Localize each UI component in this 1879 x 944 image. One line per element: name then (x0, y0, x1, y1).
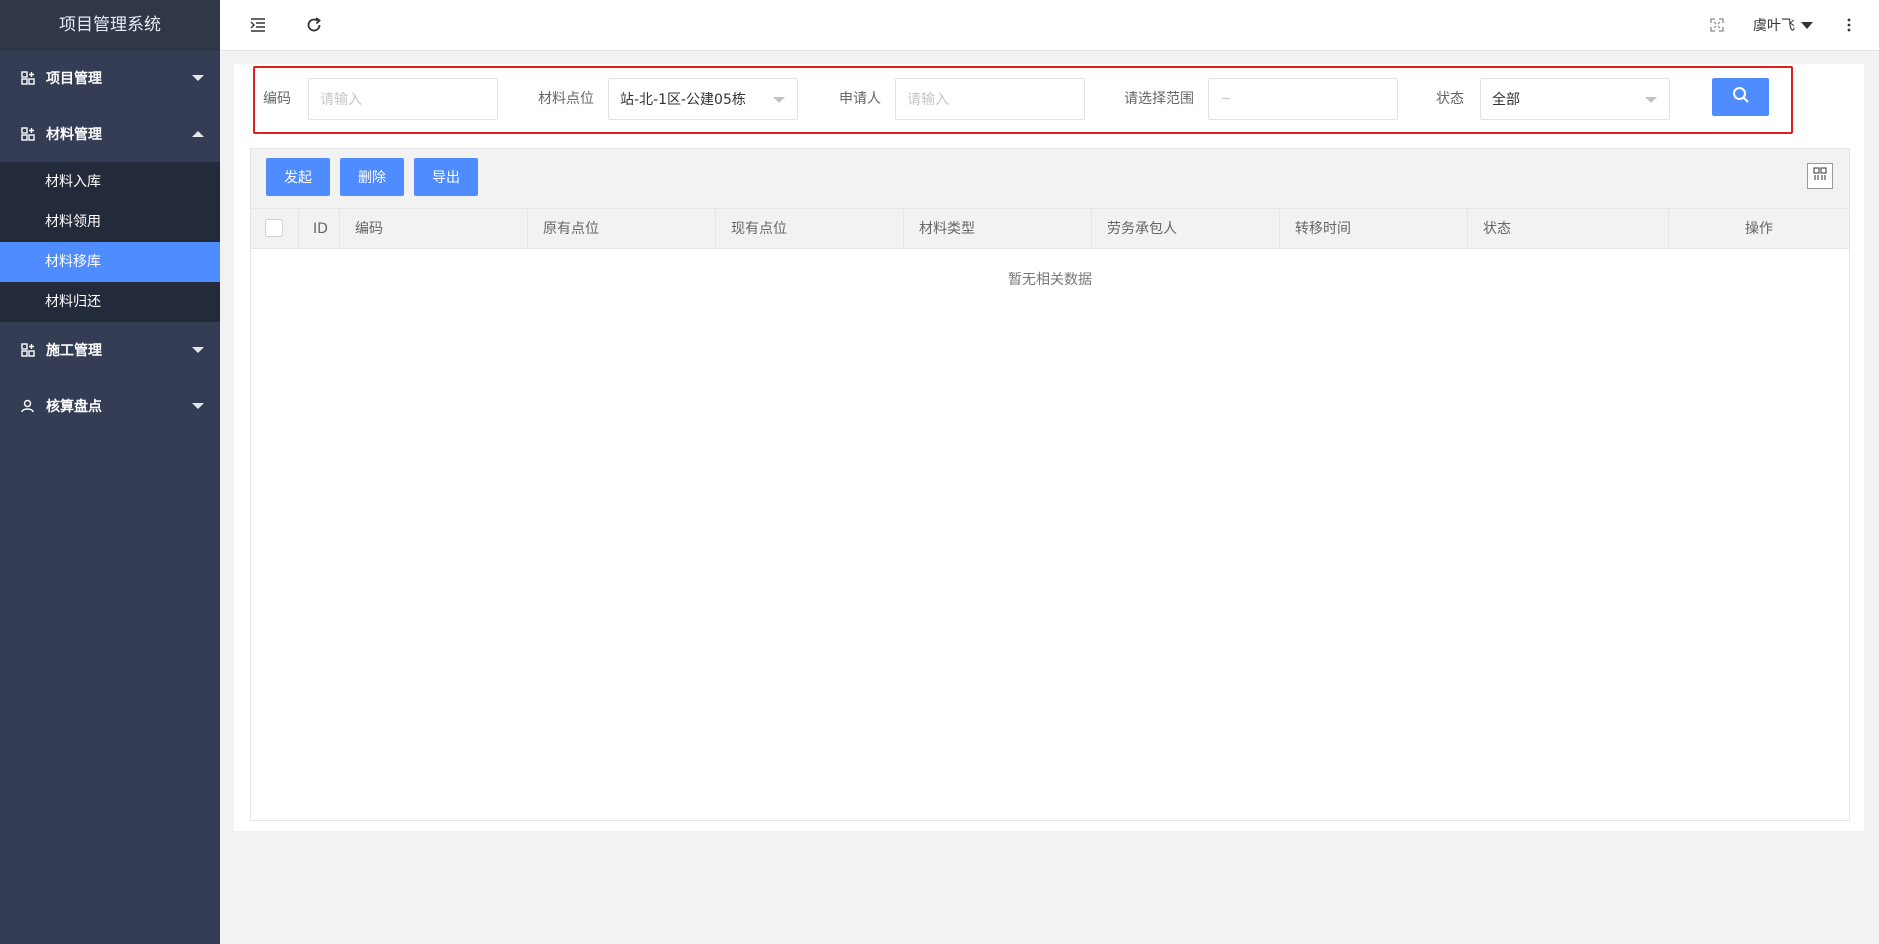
columns-icon (1813, 167, 1827, 185)
column-header-actions: 操作 (1745, 221, 1773, 237)
menu-project-management[interactable]: 项目管理 (0, 50, 220, 106)
column-header-labor-contractor[interactable]: 劳务承包人 (1092, 209, 1280, 249)
date-range-input[interactable]: ~ (1208, 78, 1398, 120)
grid-plus-icon (20, 126, 36, 142)
more-vertical-icon[interactable] (1833, 9, 1865, 41)
chevron-down-icon (1645, 97, 1657, 103)
location-value: 站-北-1区-公建05栋 (620, 92, 746, 108)
column-header-id[interactable]: ID (299, 209, 340, 249)
search-icon (1732, 86, 1750, 108)
code-label: 编码 (263, 91, 291, 107)
sidebar-item-material-in[interactable]: 材料入库 (0, 162, 220, 202)
chevron-down-icon (773, 97, 785, 103)
submenu-material: 材料入库 材料领用 材料移库 材料归还 (0, 162, 220, 322)
column-header-status[interactable]: 状态 (1468, 209, 1669, 249)
status-select[interactable]: 全部 (1480, 78, 1670, 120)
applicant-input[interactable]: 请输入 (895, 78, 1085, 120)
fullscreen-icon[interactable] (1701, 9, 1733, 41)
menu-material-management[interactable]: 材料管理 (0, 106, 220, 162)
code-input[interactable]: 请输入 (308, 78, 498, 120)
chevron-up-icon (192, 131, 204, 137)
menu-group-construction: 施工管理 (0, 322, 220, 378)
table-header: ID 编码 原有点位 现有点位 材料类型 劳务承包人 转移时间 状态 操作 (251, 209, 1849, 249)
menu-accounting-inventory[interactable]: 核算盘点 (0, 378, 220, 434)
column-header-code[interactable]: 编码 (340, 209, 528, 249)
column-header-transfer-time[interactable]: 转移时间 (1280, 209, 1468, 249)
sidebar-item-material-return[interactable]: 材料归还 (0, 282, 220, 322)
main-content: 编码 请输入 材料点位 站-北-1区-公建05栋 申请人 请输入 请选择范围 ~… (234, 64, 1864, 831)
delete-button[interactable]: 删除 (340, 158, 404, 196)
menu-collapse-icon[interactable] (242, 9, 274, 41)
data-table: 发起 删除 导出 ID 编码 原有点位 现有点位 材料类型 劳务承包人 转移时间… (250, 148, 1850, 821)
initiate-button[interactable]: 发起 (266, 158, 330, 196)
grid-plus-icon (20, 70, 36, 86)
menu-group-material: 材料管理 材料入库 材料领用 材料移库 材料归还 (0, 106, 220, 322)
chevron-down-icon (192, 75, 204, 81)
status-value: 全部 (1492, 92, 1520, 108)
status-label: 状态 (1436, 91, 1464, 107)
app-title: 项目管理系统 (0, 0, 220, 50)
search-button[interactable] (1712, 78, 1769, 116)
column-filter-button[interactable] (1807, 163, 1833, 189)
range-label: 请选择范围 (1124, 91, 1194, 107)
sidebar: 项目管理系统 项目管理 材料管理 材料入库 材料领用 材料移库 材料归还 施工管… (0, 0, 220, 944)
user-menu[interactable]: 虞叶飞 (1745, 15, 1821, 35)
menu-label: 项目管理 (46, 71, 102, 87)
chevron-down-icon (192, 347, 204, 353)
refresh-icon[interactable] (298, 9, 330, 41)
search-form: 编码 请输入 材料点位 站-北-1区-公建05栋 申请人 请输入 请选择范围 ~… (253, 66, 1793, 134)
sidebar-item-material-transfer[interactable]: 材料移库 (0, 242, 220, 282)
column-header-material-type[interactable]: 材料类型 (904, 209, 1092, 249)
menu-label: 核算盘点 (46, 399, 102, 415)
user-name: 虞叶飞 (1753, 18, 1795, 34)
column-header-original-location[interactable]: 原有点位 (528, 209, 716, 249)
location-select[interactable]: 站-北-1区-公建05栋 (608, 78, 798, 120)
select-all-cell (251, 209, 299, 249)
chevron-down-icon (192, 403, 204, 409)
empty-state: 暂无相关数据 (1008, 272, 1092, 288)
menu-label: 施工管理 (46, 343, 102, 359)
menu-construction-management[interactable]: 施工管理 (0, 322, 220, 378)
menu-group-project: 项目管理 (0, 50, 220, 106)
menu-group-accounting: 核算盘点 (0, 378, 220, 434)
chevron-down-icon (1801, 21, 1813, 29)
select-all-checkbox[interactable] (265, 219, 283, 237)
menu-label: 材料管理 (46, 127, 102, 143)
export-button[interactable]: 导出 (414, 158, 478, 196)
location-label: 材料点位 (538, 91, 594, 107)
topbar: 虞叶飞 (220, 0, 1879, 51)
user-icon (20, 398, 36, 414)
sidebar-item-material-use[interactable]: 材料领用 (0, 202, 220, 242)
grid-plus-icon (20, 342, 36, 358)
column-header-current-location[interactable]: 现有点位 (716, 209, 904, 249)
table-toolbar: 发起 删除 导出 (251, 149, 1849, 209)
applicant-label: 申请人 (839, 91, 881, 107)
